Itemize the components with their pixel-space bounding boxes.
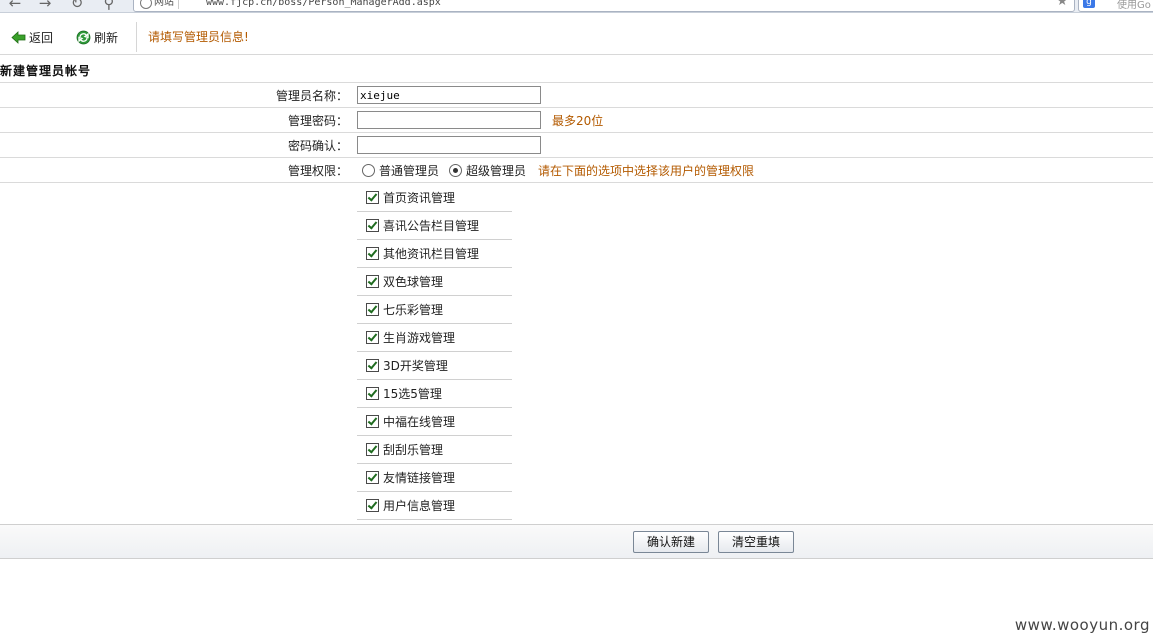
permission-item[interactable]: 中福在线管理: [357, 408, 512, 436]
checkbox-checked-icon[interactable]: [366, 471, 379, 484]
google-search-box[interactable]: g 使用Go: [1078, 0, 1153, 12]
address-url: www.fjcp.cn/boss/Person_ManagerAdd.aspx: [206, 0, 441, 8]
password-row: 管理密码： 最多20位: [0, 107, 1153, 132]
permission-label: 七乐彩管理: [383, 303, 444, 317]
checkbox-checked-icon[interactable]: [366, 415, 379, 428]
checkbox-checked-icon[interactable]: [366, 499, 379, 512]
back-button[interactable]: 返回: [11, 29, 53, 47]
permission-label: 管理权限：: [287, 163, 348, 178]
checkbox-checked-icon[interactable]: [366, 275, 379, 288]
permission-label: 首页资讯管理: [383, 191, 456, 205]
role-normal-radio[interactable]: 普通管理员: [362, 162, 439, 179]
permission-note: 请在下面的选项中选择该用户的管理权限: [538, 163, 755, 178]
checkbox-checked-icon[interactable]: [366, 387, 379, 400]
password-input[interactable]: [357, 111, 541, 129]
checkbox-checked-icon[interactable]: [366, 331, 379, 344]
permission-label: 双色球管理: [383, 275, 444, 289]
browser-forward-icon[interactable]: →: [36, 0, 54, 11]
role-super-radio[interactable]: 超级管理员: [449, 162, 526, 179]
permission-list: 首页资讯管理喜讯公告栏目管理 其他资讯栏目管理 双色球管理七乐彩管理生肖游戏管理 3D…: [357, 184, 512, 520]
action-bar: 确认新建 清空重填: [0, 524, 1153, 559]
confirm-row: 密码确认：: [0, 132, 1153, 157]
browser-key-icon[interactable]: ⚲: [100, 0, 118, 11]
role-normal-label: 普通管理员: [379, 163, 440, 178]
permission-label: 刮刮乐管理: [383, 443, 444, 457]
browser-reload-icon[interactable]: ↻: [68, 0, 86, 11]
google-icon: g: [1083, 0, 1095, 8]
admin-name-input[interactable]: [357, 86, 541, 104]
permission-item[interactable]: 首页资讯管理: [357, 184, 512, 212]
checkbox-checked-icon[interactable]: [366, 303, 379, 316]
back-label: 返回: [29, 31, 54, 45]
toolbar-divider: [136, 22, 137, 52]
radio-icon: [362, 163, 375, 177]
password-note: 最多20位: [552, 113, 604, 128]
refresh-button[interactable]: 刷新: [76, 29, 118, 47]
permission-label: 友情链接管理: [383, 471, 456, 485]
radio-selected-icon: [449, 163, 463, 177]
permission-item[interactable]: 3D开奖管理: [357, 352, 512, 380]
browser-chrome: ← → ↻ ⚲ 网站 www.fjcp.cn/boss/Person_Manag…: [0, 0, 1153, 13]
address-bar[interactable]: 网站 www.fjcp.cn/boss/Person_ManagerAdd.as…: [133, 0, 1075, 12]
confirm-create-button[interactable]: 确认新建: [633, 531, 709, 553]
section-title: 新建管理员帐号: [0, 64, 92, 78]
checkbox-checked-icon[interactable]: [366, 219, 379, 232]
name-row: 管理员名称：: [0, 82, 1153, 107]
permission-label: 用户信息管理: [383, 499, 456, 513]
refresh-icon: [76, 30, 91, 45]
site-info[interactable]: 网站: [138, 0, 179, 9]
permission-item[interactable]: 生肖游戏管理: [357, 324, 512, 352]
permission-item[interactable]: 其他资讯栏目管理: [357, 240, 512, 268]
name-label: 管理员名称：: [275, 88, 348, 103]
role-super-label: 超级管理员: [466, 163, 527, 178]
confirm-label: 密码确认：: [287, 138, 348, 153]
bookmark-star-icon[interactable]: ★: [1056, 0, 1068, 9]
permission-item[interactable]: 七乐彩管理: [357, 296, 512, 324]
browser-back-icon[interactable]: ←: [6, 0, 24, 11]
permission-label: 其他资讯栏目管理: [383, 247, 480, 261]
password-confirm-input[interactable]: [357, 136, 541, 154]
permission-item[interactable]: 刮刮乐管理: [357, 436, 512, 464]
back-arrow-icon: [11, 30, 26, 45]
role-radio-group: 普通管理员 超级管理员: [362, 158, 536, 182]
password-label: 管理密码：: [287, 113, 348, 128]
checkbox-checked-icon[interactable]: [366, 247, 379, 260]
permission-label: 生肖游戏管理: [383, 331, 456, 345]
toolbar-hint: 请填写管理员信息!: [148, 30, 249, 44]
permission-label: 15选5管理: [383, 387, 442, 401]
permission-label: 中福在线管理: [383, 415, 456, 429]
permission-item[interactable]: 15选5管理: [357, 380, 512, 408]
reset-button[interactable]: 清空重填: [718, 531, 794, 553]
permission-label: 喜讯公告栏目管理: [383, 219, 480, 233]
refresh-label: 刷新: [94, 31, 119, 45]
checkbox-checked-icon[interactable]: [366, 359, 379, 372]
permission-item[interactable]: 友情链接管理: [357, 464, 512, 492]
checkbox-checked-icon[interactable]: [366, 191, 379, 204]
permission-label: 3D开奖管理: [383, 359, 448, 373]
permission-item[interactable]: 用户信息管理: [357, 492, 512, 520]
globe-icon: [140, 0, 152, 9]
permission-item[interactable]: 双色球管理: [357, 268, 512, 296]
checkbox-checked-icon[interactable]: [366, 443, 379, 456]
search-hint: 使用Go: [1117, 0, 1151, 11]
page-toolbar: 返回 刷新 请填写管理员信息!: [0, 20, 1153, 55]
watermark: www.wooyun.org: [1014, 616, 1150, 634]
permission-row: 管理权限： 普通管理员 超级管理员 请在下面的选项中选择该用户的管理权限: [0, 157, 1153, 183]
permission-item[interactable]: 喜讯公告栏目管理: [357, 212, 512, 240]
site-info-label: 网站: [154, 0, 174, 8]
